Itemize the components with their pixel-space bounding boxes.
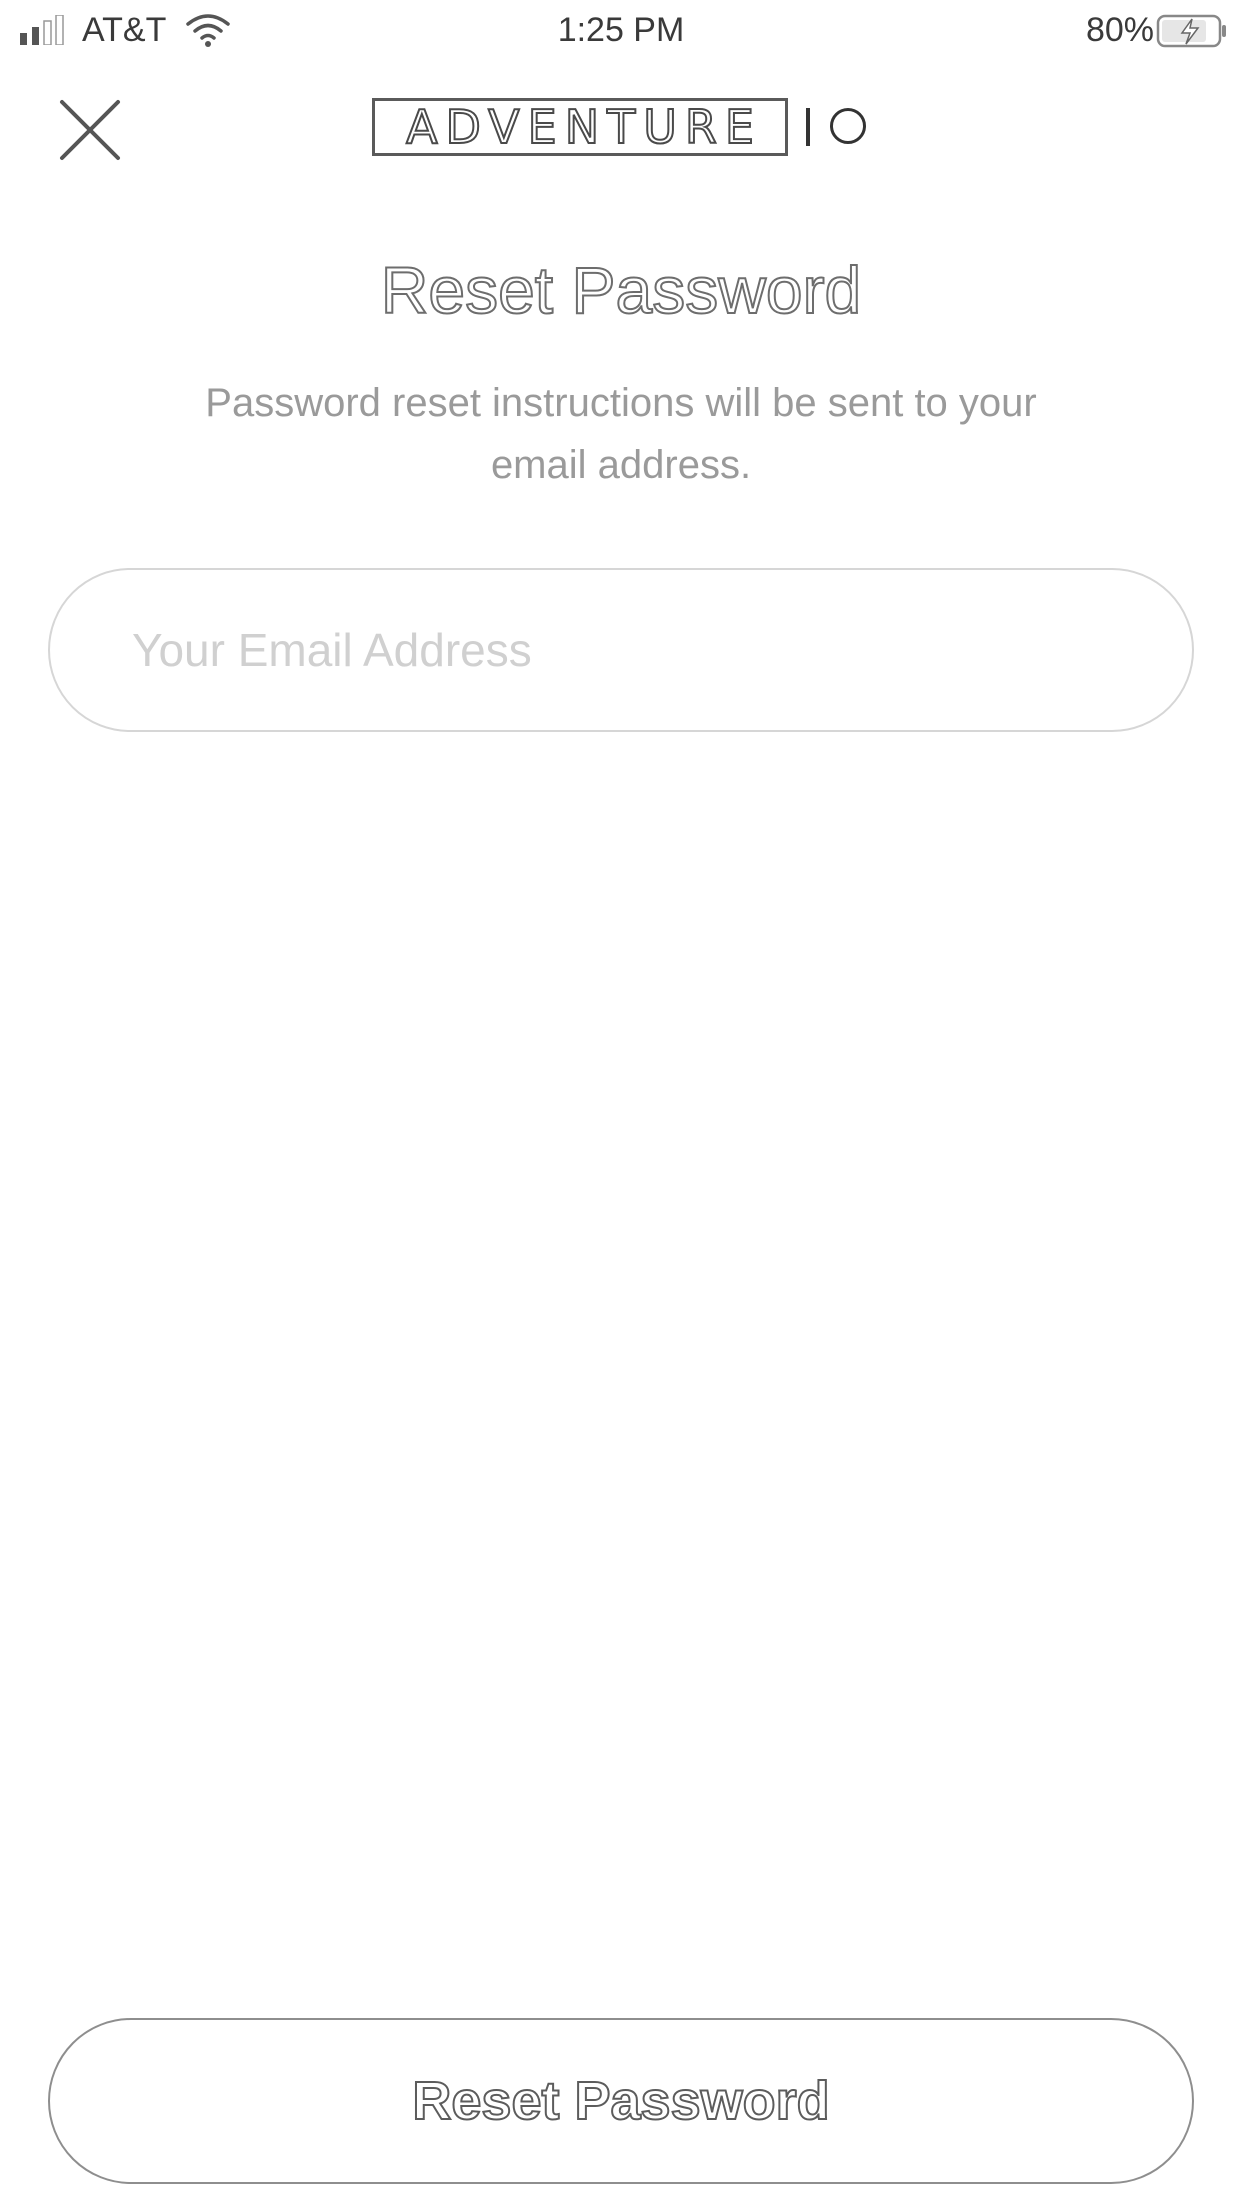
battery-percent: 80% (1085, 11, 1154, 49)
logo-wordmark-box: ADVENTURE (372, 98, 788, 156)
logo-divider (806, 108, 810, 146)
logo-wordmark: ADVENTURE (405, 100, 762, 154)
status-time: 1:25 PM (557, 11, 685, 49)
page-title: Reset Password (380, 252, 863, 328)
reset-password-button[interactable]: Reset Password (48, 2018, 1194, 2184)
email-field[interactable] (48, 568, 1194, 732)
close-button[interactable] (56, 96, 124, 164)
close-icon (60, 100, 120, 160)
status-bar: AT&T 1:25 PM 80% (0, 0, 1242, 60)
logo-circle-icon (830, 108, 866, 144)
brand-logo: ADVENTURE (372, 98, 876, 158)
instructions-text: Password reset instructions will be sent… (205, 381, 1037, 487)
battery-charging-icon (1156, 14, 1226, 48)
reset-password-button-label: Reset Password (411, 2071, 830, 2131)
email-input[interactable] (132, 570, 1132, 730)
